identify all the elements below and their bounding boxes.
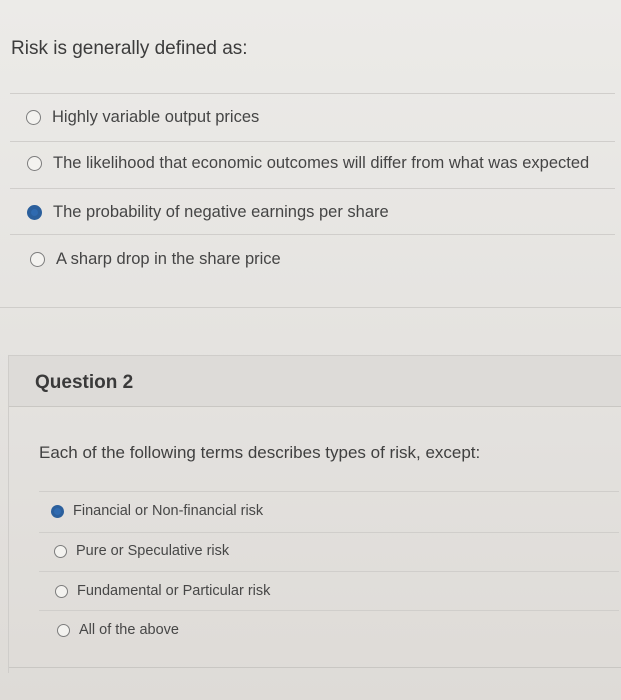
- question-2-title: Question 2: [35, 372, 134, 393]
- divider: [10, 234, 615, 235]
- divider: [39, 571, 619, 572]
- question-2-header: Question 2: [9, 355, 621, 407]
- q1-option-4-label: A sharp drop in the share price: [56, 250, 281, 268]
- q1-option-3[interactable]: The probability of negative earnings per…: [27, 203, 389, 222]
- divider: [39, 610, 619, 611]
- question-1-card: Risk is generally defined as: Highly var…: [0, 0, 621, 308]
- quiz-page: Risk is generally defined as: Highly var…: [0, 0, 621, 700]
- q2-option-4-label: All of the above: [79, 622, 179, 638]
- divider: [39, 532, 619, 533]
- q1-option-3-label: The probability of negative earnings per…: [53, 203, 389, 221]
- q2-option-1[interactable]: Financial or Non-financial risk: [51, 503, 263, 519]
- q2-option-1-label: Financial or Non-financial risk: [73, 503, 264, 519]
- q2-option-4[interactable]: All of the above: [57, 622, 179, 638]
- q2-option-2-label: Pure or Speculative risk: [76, 543, 230, 559]
- question-1-text: Risk is generally defined as:: [11, 38, 248, 59]
- q1-option-4[interactable]: A sharp drop in the share price: [30, 250, 281, 269]
- q1-option-1-label: Highly variable output prices: [52, 108, 260, 126]
- question-2-card: Question 2 Each of the following terms d…: [8, 355, 621, 673]
- radio-button-icon[interactable]: [30, 252, 45, 267]
- divider: [10, 141, 615, 142]
- radio-button-icon[interactable]: [27, 156, 42, 171]
- divider: [39, 491, 619, 492]
- question-2-text: Each of the following terms describes ty…: [39, 443, 481, 462]
- divider: [10, 93, 615, 94]
- divider: [9, 667, 621, 668]
- radio-button-icon[interactable]: [57, 623, 70, 637]
- divider: [10, 188, 615, 189]
- q2-option-3-label: Fundamental or Particular risk: [77, 583, 271, 599]
- radio-button-icon[interactable]: [55, 584, 68, 598]
- q1-option-1[interactable]: Highly variable output prices: [26, 108, 259, 127]
- radio-button-icon[interactable]: [26, 110, 41, 125]
- radio-button-selected-icon[interactable]: [51, 504, 64, 518]
- q1-option-2[interactable]: The likelihood that economic outcomes wi…: [27, 154, 589, 173]
- q2-option-2[interactable]: Pure or Speculative risk: [54, 543, 229, 559]
- radio-button-icon[interactable]: [54, 544, 67, 558]
- q2-option-3[interactable]: Fundamental or Particular risk: [55, 583, 270, 599]
- q1-option-2-label: The likelihood that economic outcomes wi…: [53, 154, 590, 172]
- radio-button-selected-icon[interactable]: [27, 205, 42, 220]
